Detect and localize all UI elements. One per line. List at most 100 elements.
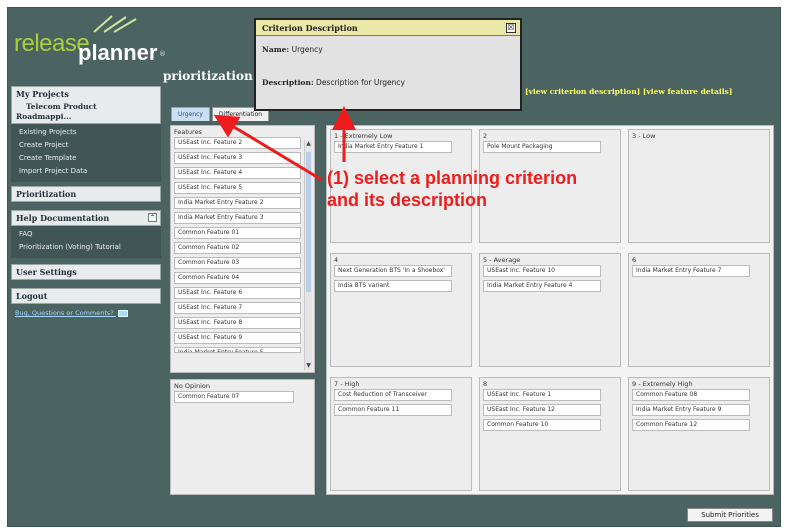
no-opinion-panel: No Opinion Common Feature 07 — [170, 379, 315, 495]
feature-card[interactable]: India Market Entry Feature 2 — [174, 197, 301, 209]
prioritization-box[interactable]: Prioritization — [11, 186, 161, 202]
close-icon[interactable]: ☒ — [506, 23, 516, 33]
bucket-6: 6 India Market Entry Feature 7 — [628, 253, 770, 367]
prioritization-heading[interactable]: Prioritization — [12, 187, 160, 201]
features-scrollbar[interactable]: ▲ ▼ — [304, 140, 312, 370]
menu-tutorial[interactable]: Prioritization (Voting) Tutorial — [11, 241, 161, 254]
popup-name-label: Name: — [262, 45, 290, 54]
feature-card[interactable]: USEast Inc. Feature 9 — [174, 332, 301, 344]
feature-card[interactable]: India Market Entry Feature 5 — [174, 347, 301, 353]
bucket-label: 3 - Low — [632, 132, 656, 140]
release-planner-logo: release planner ® — [12, 14, 192, 65]
page-title: prioritization — [163, 69, 253, 83]
bug-link-label: Bug, Questions or Comments? — [15, 309, 114, 317]
menu-create-template[interactable]: Create Template — [11, 152, 161, 165]
description-links: [view criterion description] [view featu… — [525, 87, 732, 96]
user-settings-box[interactable]: User Settings — [11, 264, 161, 280]
scroll-down-icon[interactable]: ▼ — [305, 362, 312, 370]
feature-card[interactable]: Common Feature 02 — [174, 242, 301, 254]
annotation-line2: and its description — [327, 190, 488, 210]
bucket-label: 1 - Extremely Low — [334, 132, 393, 140]
bucket-label: 7 - High — [334, 380, 360, 388]
features-label: Features — [174, 128, 202, 136]
logo-word-planner: planner — [78, 40, 158, 65]
feature-card[interactable]: USEast Inc. Feature 5 — [174, 182, 301, 194]
feature-card[interactable]: Common Feature 04 — [174, 272, 301, 284]
view-feature-details-link[interactable]: [view feature details] — [643, 87, 733, 96]
menu-create-project[interactable]: Create Project — [11, 139, 161, 152]
feature-card[interactable]: Common Feature 03 — [174, 257, 301, 269]
feature-card[interactable]: India Market Entry Feature 4 — [483, 280, 601, 292]
feature-card[interactable]: Common Feature 08 — [632, 389, 750, 401]
no-opinion-label: No Opinion — [174, 382, 210, 390]
popup-description-row: Description: Description for Urgency — [256, 78, 411, 87]
feature-card[interactable]: Common Feature 10 — [483, 419, 601, 431]
help-heading-label: Help Documentation — [16, 213, 110, 223]
user-settings-heading[interactable]: User Settings — [12, 265, 160, 279]
bug-questions-link[interactable]: Bug, Questions or Comments? — [11, 309, 161, 317]
bucket-label: 4 — [334, 256, 339, 264]
bucket-label: 5 - Average — [483, 256, 521, 264]
bucket-label: 2 — [483, 132, 488, 140]
submit-priorities-button[interactable]: Submit Priorities — [687, 508, 773, 522]
logo-registered-mark: ® — [159, 50, 166, 58]
popup-description-value: Description for Urgency — [316, 78, 405, 87]
feature-card[interactable]: Common Feature 12 — [632, 419, 750, 431]
logout-heading[interactable]: Logout — [12, 289, 160, 303]
collapse-icon[interactable]: ⌃ — [148, 213, 157, 222]
scroll-thumb[interactable] — [306, 152, 311, 292]
menu-import-project-data[interactable]: Import Project Data — [11, 165, 161, 178]
popup-name-row: Name: Urgency — [256, 45, 329, 54]
feature-card[interactable]: USEast Inc. Feature 12 — [483, 404, 601, 416]
annotation-text: (1) select a planning criterion and its … — [327, 167, 577, 211]
menu-existing-projects[interactable]: Existing Projects — [11, 126, 161, 139]
bucket-9: 9 - Extremely High Common Feature 08 Ind… — [628, 377, 770, 491]
feature-card[interactable]: USEast Inc. Feature 3 — [174, 152, 301, 164]
features-panel: Features USEast Inc. Feature 2 USEast In… — [170, 125, 315, 373]
bucket-label: 9 - Extremely High — [632, 380, 693, 388]
tab-urgency[interactable]: Urgency — [171, 107, 210, 121]
feature-card[interactable]: USEast Inc. Feature 1 — [483, 389, 601, 401]
bucket-4: 4 Next Generation BTS 'In a Shoebox' Ind… — [330, 253, 472, 367]
scroll-up-icon[interactable]: ▲ — [305, 140, 312, 148]
feature-card[interactable]: Common Feature 11 — [334, 404, 452, 416]
bucket-label: 8 — [483, 380, 488, 388]
project-menu: Existing Projects Create Project Create … — [11, 124, 161, 182]
annotation-line1: (1) select a planning criterion — [327, 168, 578, 188]
my-projects-box: My Projects Telecom Product Roadmappi... — [11, 86, 161, 124]
sidebar: My Projects Telecom Product Roadmappi...… — [11, 86, 161, 317]
bucket-8: 8 USEast Inc. Feature 1 USEast Inc. Feat… — [479, 377, 621, 491]
bucket-3: 3 - Low — [628, 129, 770, 243]
menu-faq[interactable]: FAQ — [11, 228, 161, 241]
feature-card[interactable]: Next Generation BTS 'In a Shoebox' — [334, 265, 452, 277]
feature-card[interactable]: India BTS variant — [334, 280, 452, 292]
feature-card[interactable]: Common Feature 01 — [174, 227, 301, 239]
bucket-label: 6 — [632, 256, 637, 264]
popup-title: Criterion Description — [256, 20, 520, 36]
feature-card[interactable]: USEast Inc. Feature 7 — [174, 302, 301, 314]
feature-card[interactable]: USEast Inc. Feature 2 — [174, 137, 301, 149]
feature-card[interactable]: USEast Inc. Feature 8 — [174, 317, 301, 329]
logo-swoosh-icon — [93, 15, 137, 33]
feature-card[interactable]: USEast Inc. Feature 4 — [174, 167, 301, 179]
logout-box[interactable]: Logout — [11, 288, 161, 304]
criterion-description-popup: Criterion Description ☒ Name: Urgency De… — [254, 18, 522, 111]
feature-card[interactable]: USEast Inc. Feature 10 — [483, 265, 601, 277]
feature-card[interactable]: India Market Entry Feature 3 — [174, 212, 301, 224]
feature-card[interactable]: Cost Reduction of Transceiver — [334, 389, 452, 401]
help-menu: FAQ Prioritization (Voting) Tutorial — [11, 226, 161, 258]
bucket-7: 7 - High Cost Reduction of Transceiver C… — [330, 377, 472, 491]
popup-name-value: Urgency — [291, 45, 323, 54]
feature-card[interactable]: Pole Mount Packaging — [483, 141, 601, 153]
help-heading[interactable]: Help Documentation ⌃ — [12, 211, 160, 225]
my-projects-heading[interactable]: My Projects — [12, 87, 160, 101]
project-name-line2: Roadmappi... — [16, 112, 72, 121]
feature-card[interactable]: India Market Entry Feature 9 — [632, 404, 750, 416]
feature-card[interactable]: India Market Entry Feature 1 — [334, 141, 452, 153]
mail-icon — [117, 309, 128, 317]
popup-description-label: Description: — [262, 78, 314, 87]
feature-card[interactable]: USEast Inc. Feature 6 — [174, 287, 301, 299]
view-criterion-description-link[interactable]: [view criterion description] — [525, 87, 640, 96]
feature-card[interactable]: India Market Entry Feature 7 — [632, 265, 750, 277]
feature-card[interactable]: Common Feature 07 — [174, 391, 294, 403]
